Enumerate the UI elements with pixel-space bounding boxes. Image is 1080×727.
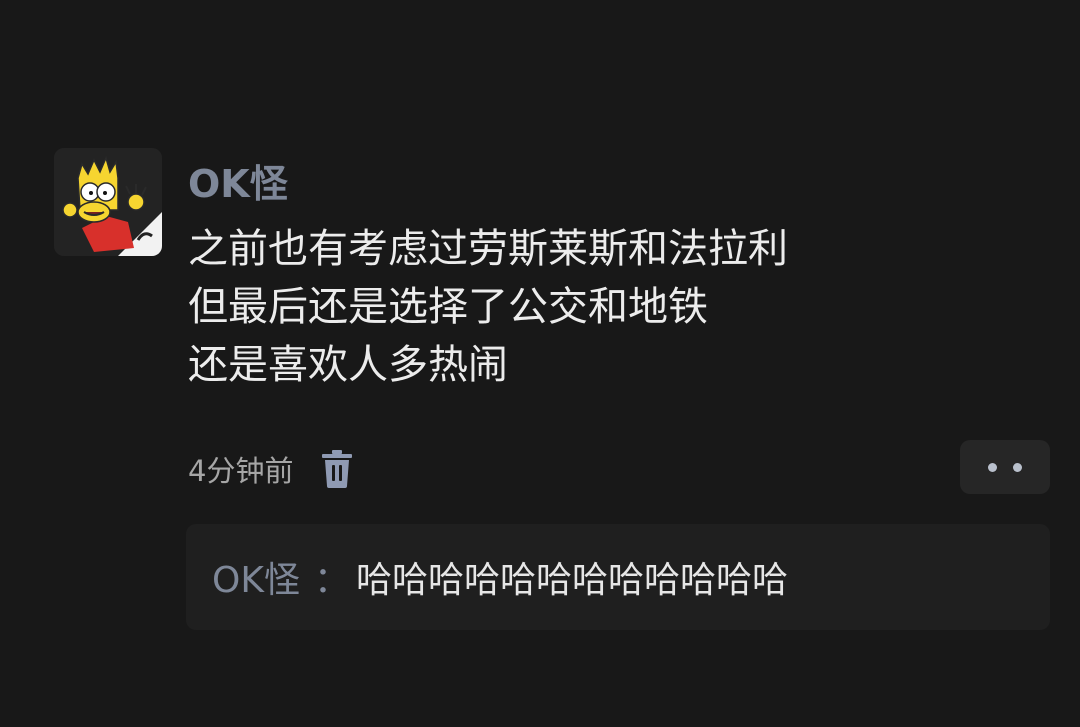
more-button[interactable] [960,440,1050,494]
more-dots-icon [988,462,997,472]
reply-preview[interactable]: OK怪 ： 哈哈哈哈哈哈哈哈哈哈哈哈 [186,524,1050,630]
more-dots-icon [1013,462,1022,472]
reply-author[interactable]: OK怪 [212,551,300,603]
message-line: 但最后还是选择了公交和地铁 [188,284,708,330]
username[interactable]: OK怪 [188,158,288,210]
trash-icon [322,450,353,488]
reply-text: 哈哈哈哈哈哈哈哈哈哈哈哈 [355,560,788,601]
comment-meta: 4分钟前 [188,444,357,494]
avatar[interactable] [54,148,162,256]
delete-button[interactable] [317,446,357,492]
message-line: 之前也有考虑过劳斯莱斯和法拉利 [188,226,788,272]
timestamp: 4分钟前 [188,454,294,488]
message-line: 还是喜欢人多热闹 [188,342,508,388]
comment-message: 之前也有考虑过劳斯莱斯和法拉利 但最后还是选择了公交和地铁 还是喜欢人多热闹 [188,220,948,394]
cartoon-character-icon [54,148,162,256]
reply-separator: ： [313,560,350,601]
